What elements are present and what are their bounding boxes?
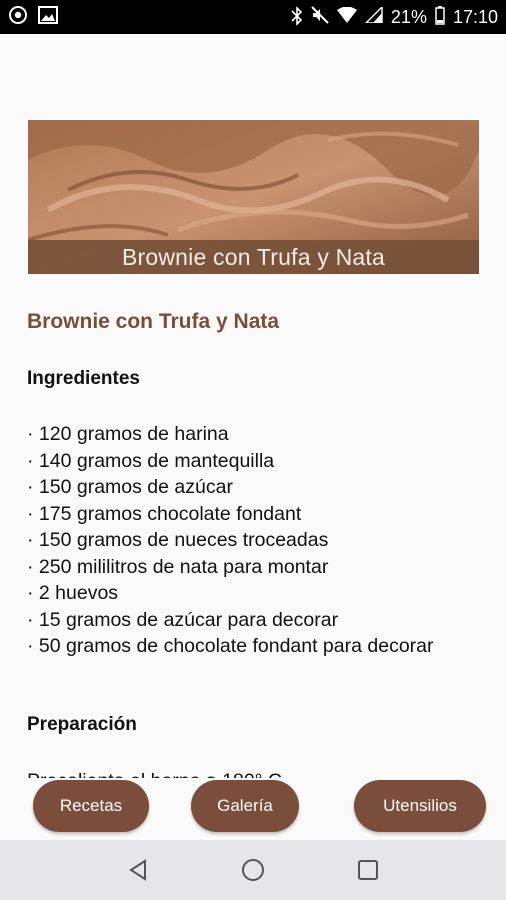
status-bar: 21% 17:10 (0, 0, 506, 34)
chrome-icon (8, 5, 28, 30)
clock: 17:10 (452, 6, 498, 27)
recetas-button[interactable]: Recetas (33, 780, 149, 832)
preparation-text: Precalienta el horno a 180° C (27, 768, 282, 778)
utensilios-button[interactable]: Utensilios (354, 780, 486, 832)
recipe-scroll-view[interactable]: Brownie con Trufa y Nata Brownie con Tru… (0, 34, 506, 840)
recipe-banner-image: Brownie con Trufa y Nata (28, 120, 479, 274)
ingredient-item: · 50 gramos de chocolate fondant para de… (27, 635, 434, 657)
wifi-icon (336, 6, 357, 28)
ingredient-item: · 250 mililitros de nata para montar (27, 555, 329, 578)
galeria-button[interactable]: Galería (191, 780, 299, 832)
mute-icon (311, 5, 329, 29)
signal-icon (364, 4, 383, 28)
banner-caption: Brownie con Trufa y Nata (28, 240, 479, 274)
ingredient-item: · 120 gramos de harina (27, 423, 229, 445)
bluetooth-icon (291, 5, 303, 29)
ingredient-item: · 150 gramos de azúcar (27, 476, 233, 498)
back-button[interactable] (118, 850, 158, 890)
battery-icon (435, 5, 445, 30)
home-button[interactable] (233, 850, 273, 890)
ingredients-list: · 120 gramos de harina · 140 gramos de m… (27, 421, 457, 660)
preparation-heading: Preparación (27, 714, 137, 735)
battery-percent: 21% (390, 6, 427, 27)
back-icon (128, 859, 146, 881)
recents-button[interactable] (348, 850, 388, 890)
ingredient-item: · 15 gramos de azúcar para decorar (27, 608, 339, 631)
image-icon (38, 5, 58, 29)
ingredient-item: · 140 gramos de mantequilla (27, 449, 275, 472)
ingredients-heading: Ingredientes (27, 368, 140, 389)
ingredient-item: · 150 gramos de nueces troceadas (27, 529, 329, 551)
home-icon (241, 859, 264, 881)
system-nav-bar (0, 840, 506, 900)
recipe-title: Brownie con Trufa y Nata (27, 310, 280, 333)
recents-icon (358, 860, 379, 880)
ingredient-item: · 2 huevos (27, 582, 119, 604)
ingredient-item: · 175 gramos chocolate fondant (27, 502, 302, 525)
